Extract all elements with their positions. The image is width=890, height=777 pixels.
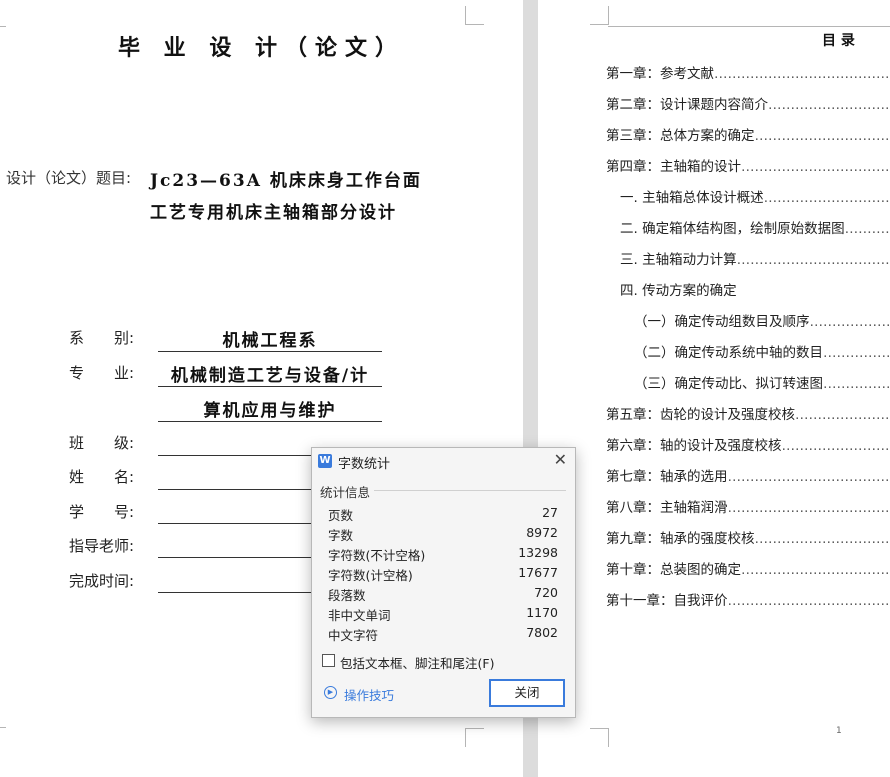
page-corner-mark xyxy=(0,8,6,27)
topic-label: 设计（论文）题目: xyxy=(6,169,132,187)
page-corner-mark xyxy=(590,728,609,747)
header-rule xyxy=(608,8,890,27)
document-page-toc: 目 录 第一章：参考文献…………………………………………… 第二章：设计课题内容… xyxy=(538,0,890,777)
topic-line-2: 工艺专用机床主轴箱部分设计 xyxy=(150,203,397,223)
stat-row-chars-with-spaces: 字符数(计空格) 17677 xyxy=(328,565,558,583)
page-corner-mark xyxy=(465,728,484,747)
stat-row-words: 字数 8972 xyxy=(328,525,558,543)
major-underline-2 xyxy=(158,421,382,422)
dept-label: 系 别: xyxy=(69,329,135,347)
close-button[interactable]: 关闭 xyxy=(489,679,565,707)
page-corner-mark xyxy=(465,6,484,25)
topic-line-1: Jc23—63A 机床床身工作台面 xyxy=(150,171,422,191)
toc-item[interactable]: 第六章：轴的设计及强度校核…………………………………… xyxy=(606,434,890,454)
word-count-dialog: W 字数统计 ✕ 统计信息 页数 27 字数 8972 字符数(不计空格) 13… xyxy=(311,447,576,718)
thesis-title: 毕 业 设 计（论文） xyxy=(118,35,405,61)
dialog-titlebar[interactable]: W 字数统计 ✕ xyxy=(312,448,575,474)
major-value-line-2: 算机应用与维护 xyxy=(203,401,337,421)
section-divider xyxy=(374,490,566,491)
dept-value: 机械工程系 xyxy=(222,331,318,351)
toc-item[interactable]: 四. 传动方案的确定 xyxy=(620,279,737,299)
toc-item[interactable]: 第十一章：自我评价………………………………………… xyxy=(606,589,890,609)
stat-row-pages: 页数 27 xyxy=(328,505,558,523)
page-number: 1 xyxy=(836,726,842,736)
toc-item[interactable]: 第五章：齿轮的设计及强度校核…………………………………… xyxy=(606,403,890,423)
close-icon[interactable]: ✕ xyxy=(554,450,567,469)
toc-title: 目 录 xyxy=(822,33,855,49)
toc-item[interactable]: 一. 主轴箱总体设计概述…………………………………… xyxy=(620,186,890,206)
play-circle-icon[interactable]: ▶ xyxy=(324,686,337,699)
major-value-line-1: 机械制造工艺与设备/计 xyxy=(170,366,370,386)
stat-row-paragraphs: 段落数 720 xyxy=(328,585,558,603)
toc-item[interactable]: 第四章：主轴箱的设计………………………………………… xyxy=(606,155,890,175)
stats-section-label: 统计信息 xyxy=(320,485,371,500)
toc-item[interactable]: 第九章：轴承的强度校核…………………………………… xyxy=(606,527,890,547)
toc-item[interactable]: 第十章：总装图的确定……………………………………… xyxy=(606,558,890,578)
wps-writer-icon: W xyxy=(318,454,332,468)
stat-row-chinese-chars: 中文字符 7802 xyxy=(328,625,558,643)
toc-item[interactable]: 第八章：主轴箱润滑………………………………………… xyxy=(606,496,890,516)
name-label: 姓 名: xyxy=(69,468,135,486)
page-corner-mark xyxy=(0,727,6,746)
major-label: 专 业: xyxy=(69,364,135,382)
page-corner-mark xyxy=(590,6,609,25)
toc-item[interactable]: 第二章：设计课题内容简介…………………………………… xyxy=(606,93,890,113)
tips-link[interactable]: 操作技巧 xyxy=(344,685,394,704)
toc-item[interactable]: 第七章：轴承的选用…………………………………………… xyxy=(606,465,890,485)
student-id-label: 学 号: xyxy=(69,503,135,521)
toc-item[interactable]: （一）确定传动组数目及顺序…………………………… xyxy=(634,310,890,330)
advisor-label: 指导老师: xyxy=(69,537,135,555)
toc-item[interactable]: 三. 主轴箱动力计算…………………………………… xyxy=(620,248,890,268)
stat-row-chars-no-spaces: 字符数(不计空格) 13298 xyxy=(328,545,558,563)
completion-date-label: 完成时间: xyxy=(69,572,135,590)
toc-item[interactable]: 第三章：总体方案的确定……………………………………… xyxy=(606,124,890,144)
toc-item[interactable]: （三）确定传动比、拟订转速图…………………… xyxy=(634,372,890,392)
stat-row-non-chinese-words: 非中文单词 1170 xyxy=(328,605,558,623)
include-textbox-footnotes-label[interactable]: 包括文本框、脚注和尾注(F) xyxy=(340,653,494,672)
toc-item[interactable]: （二）确定传动系统中轴的数目…………………… xyxy=(634,341,890,361)
class-label: 班 级: xyxy=(69,434,135,452)
dialog-title: 字数统计 xyxy=(338,457,391,472)
include-textbox-footnotes-checkbox[interactable] xyxy=(322,654,335,667)
dept-underline xyxy=(158,351,382,352)
major-underline-1 xyxy=(158,386,382,387)
toc-item[interactable]: 二. 确定箱体结构图，绘制原始数据图…………… xyxy=(620,217,890,237)
toc-item[interactable]: 第一章：参考文献…………………………………………… xyxy=(606,62,890,82)
